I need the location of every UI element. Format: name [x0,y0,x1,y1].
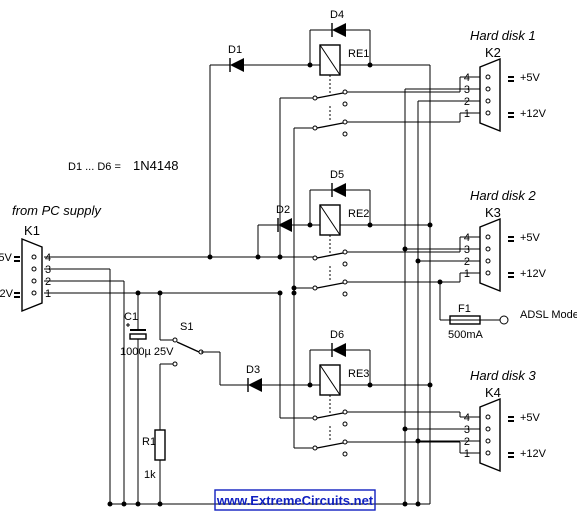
svg-text:1: 1 [464,448,470,460]
svg-text:+5V: +5V [520,412,541,424]
svg-text:S1: S1 [180,321,193,333]
svg-text:D1 ... D6 =: D1 ... D6 = [68,161,121,173]
svg-text:1: 1 [464,108,470,120]
svg-text:D6: D6 [330,329,344,341]
svg-text:1: 1 [464,268,470,280]
svg-text:4: 4 [464,232,470,244]
relay-re3: RE3 [320,365,369,413]
svg-text:1000µ 25V: 1000µ 25V [120,346,174,358]
svg-text:F1: F1 [458,303,471,315]
svg-text:1N4148: 1N4148 [133,158,179,173]
svg-text:+12V: +12V [520,108,547,120]
svg-text:1: 1 [45,288,51,300]
diode-d6: D6 [330,329,346,357]
svg-text:Hard disk 1: Hard disk 1 [470,28,536,43]
svg-text:3: 3 [464,84,470,96]
svg-text:D3: D3 [246,364,260,376]
svg-text:RE3: RE3 [348,368,369,380]
svg-text:RE1: RE1 [348,48,369,60]
relay-re2: RE2 [320,205,369,253]
svg-text:2: 2 [45,276,51,288]
url-text: www.ExtremeCircuits.net [216,493,374,508]
svg-text:K2: K2 [485,45,501,60]
svg-text:2: 2 [464,96,470,108]
url-box: www.ExtremeCircuits.net [215,490,375,510]
diode-d1: D1 [228,44,244,72]
svg-text:2: 2 [464,436,470,448]
svg-text:+5V: +5V [520,232,541,244]
svg-text:1k: 1k [144,469,156,481]
k1-title: from PC supply [12,203,102,218]
svg-text:2: 2 [464,256,470,268]
svg-text:R1: R1 [142,436,156,448]
svg-text:4: 4 [464,72,470,84]
svg-text:Hard disk 3: Hard disk 3 [470,368,537,383]
connector-k3: Hard disk 2 K3 4 3 2 1 +5V +12V [464,188,547,291]
svg-text:4: 4 [45,252,51,264]
switch-s1: S1 [173,321,203,366]
resistor-r1: R1 1k [142,430,165,481]
fuse-f1: F1 500mA [448,303,484,341]
relay-re1: RE1 [320,45,369,93]
connector-k2: Hard disk 1 K2 4 3 2 1 +5V +12V [464,28,547,131]
svg-text:D2: D2 [276,204,290,216]
diode-d2: D2 [276,204,292,232]
svg-text:+5V: +5V [520,72,541,84]
svg-text:3: 3 [464,424,470,436]
svg-text:+12V: +12V [520,268,547,280]
svg-text:D4: D4 [330,9,344,21]
diode-d5: D5 [330,169,346,197]
svg-text:C1: C1 [124,311,138,323]
diode-d3: D3 [246,364,262,392]
svg-text:3: 3 [464,244,470,256]
k1-name: K1 [24,223,40,238]
svg-text:D5: D5 [330,169,344,181]
svg-text:3: 3 [45,264,51,276]
diode-note: D1 ... D6 = 1N4148 [68,158,179,173]
diode-d4: D4 [330,9,346,37]
svg-text:K4: K4 [485,385,501,400]
connector-k4: Hard disk 3 K4 4 3 2 1 +5V +12V [464,368,547,471]
svg-text:RE2: RE2 [348,208,369,220]
adsl-label: ADSL Modem [520,309,577,321]
svg-text:+5V: +5V [0,252,13,264]
svg-text:K3: K3 [485,205,501,220]
schematic-diagram: from PC supply K1 4 3 2 1 +5V +12V D1 ..… [0,0,577,526]
svg-text:Hard disk 2: Hard disk 2 [470,188,537,203]
svg-text:500mA: 500mA [448,329,484,341]
svg-text:4: 4 [464,412,470,424]
svg-text:+12V: +12V [520,448,547,460]
svg-text:D1: D1 [228,44,242,56]
svg-text:+12V: +12V [0,288,14,300]
